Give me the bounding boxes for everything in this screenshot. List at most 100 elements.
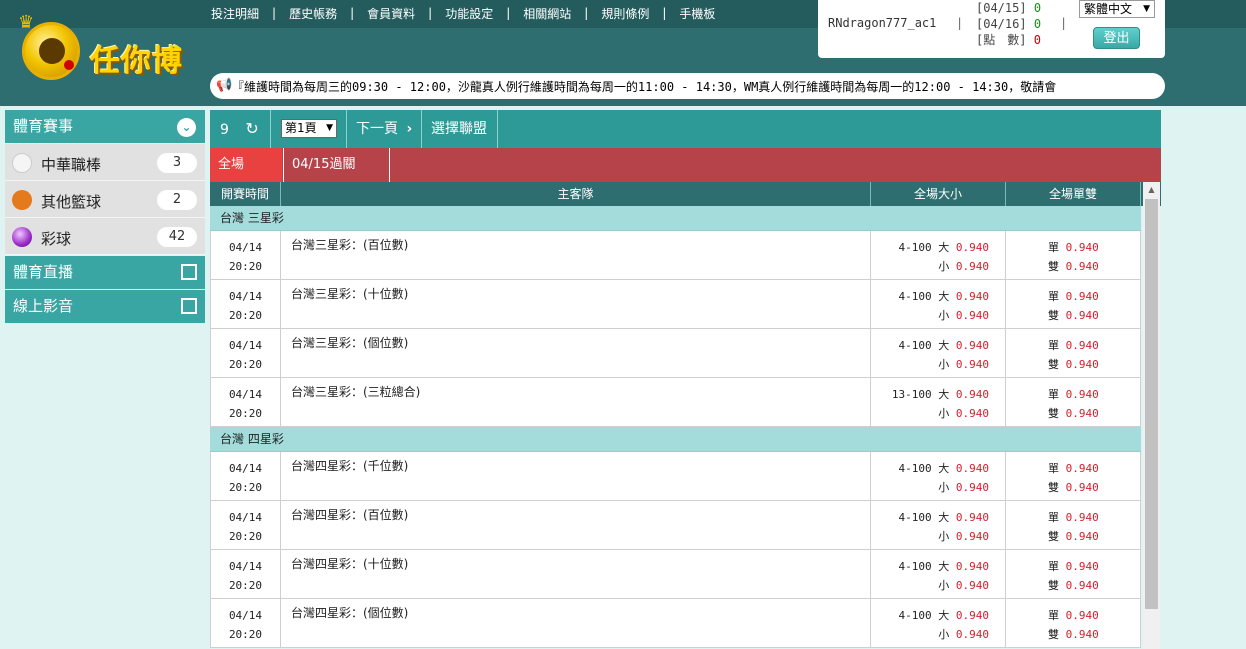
odd-line[interactable]: 單 0.940 [1048,606,1140,625]
odd-line[interactable]: 單 0.940 [1048,557,1140,576]
even-line[interactable]: 雙 0.940 [1048,625,1140,644]
big-odds[interactable]: 0.940 [956,290,989,303]
big-odds[interactable]: 0.940 [956,339,989,352]
nav-mobile[interactable]: 手機板 [666,5,728,22]
odd-line[interactable]: 單 0.940 [1048,508,1140,527]
even-line[interactable]: 雙 0.940 [1048,355,1140,374]
over-line[interactable]: 4-100 大 0.940 [871,336,990,355]
small-odds[interactable]: 0.940 [956,481,989,494]
even-line[interactable]: 雙 0.940 [1048,527,1140,546]
even-odds[interactable]: 0.940 [1066,309,1099,322]
start-time-cell: 04/14 20:20 [210,550,281,598]
big-odds[interactable]: 0.940 [956,241,989,254]
odd-odds[interactable]: 0.940 [1066,339,1099,352]
scrollbar[interactable]: ▲ [1143,182,1160,649]
brand-logo[interactable]: ♛ 任你博 [16,10,196,82]
refresh-counter[interactable]: 9 ↻ [210,110,271,148]
even-odds[interactable]: 0.940 [1066,407,1099,420]
refresh-icon[interactable]: ↻ [245,119,258,138]
nav-bet-details[interactable]: 投注明細 [198,5,272,22]
even-line[interactable]: 雙 0.940 [1048,306,1140,325]
big-odds[interactable]: 0.940 [956,511,989,524]
even-odds[interactable]: 0.940 [1066,481,1099,494]
tab-full-match[interactable]: 全場 (23) [210,148,282,206]
odd-odds[interactable]: 0.940 [1066,241,1099,254]
big-odds[interactable]: 0.940 [956,560,989,573]
table-row: 04/14 20:20 台灣三星彩：(十位數) 4-100 大 0.940 小 0.94… [210,280,1141,329]
small-odds[interactable]: 0.940 [956,579,989,592]
big-odds[interactable]: 0.940 [956,609,989,622]
even-odds[interactable]: 0.940 [1066,358,1099,371]
stat-label: [04/16] [976,17,1027,31]
even-label: 雙 [1048,309,1059,322]
under-line[interactable]: 小 0.940 [871,576,989,595]
nav-member-info[interactable]: 會員資料 [354,5,428,22]
over-line[interactable]: 4-100 大 0.940 [871,508,990,527]
odd-odds[interactable]: 0.940 [1066,462,1099,475]
nav-rules[interactable]: 規則條例 [588,5,662,22]
match-date: 04/14 [228,241,263,254]
big-odds[interactable]: 0.940 [956,388,989,401]
match-date: 04/14 [228,290,263,303]
odd-line[interactable]: 單 0.940 [1048,336,1140,355]
over-line[interactable]: 4-100 大 0.940 [871,287,990,306]
sidebar-link-live[interactable]: 體育直播 [5,256,205,289]
nav-settings[interactable]: 功能設定 [432,5,506,22]
scrollbar-thumb[interactable] [1145,199,1158,609]
even-odds[interactable]: 0.940 [1066,579,1099,592]
odd-line[interactable]: 單 0.940 [1048,385,1140,404]
next-page-button[interactable]: 下一頁 › [347,110,422,148]
big-odds[interactable]: 0.940 [956,462,989,475]
odd-line[interactable]: 單 0.940 [1048,287,1140,306]
odd-line[interactable]: 單 0.940 [1048,238,1140,257]
scroll-up-icon[interactable]: ▲ [1143,182,1160,198]
select-league-button[interactable]: 選擇聯盟 [422,110,498,148]
chevron-down-icon[interactable]: ⌄ [177,118,196,137]
sidebar-item-basketball[interactable]: 其他籃球 2 [5,181,205,218]
small-odds[interactable]: 0.940 [956,260,989,273]
under-line[interactable]: 小 0.940 [871,478,989,497]
odd-odds[interactable]: 0.940 [1066,511,1099,524]
sidebar-item-lottery[interactable]: 彩球 42 [5,218,205,255]
over-line[interactable]: 4-100 大 0.940 [871,459,990,478]
even-line[interactable]: 雙 0.940 [1048,478,1140,497]
even-odds[interactable]: 0.940 [1066,260,1099,273]
logout-button[interactable]: 登出 [1093,27,1140,49]
big-label: 大 [938,560,950,573]
odd-odds[interactable]: 0.940 [1066,388,1099,401]
over-line[interactable]: 13-100 大 0.940 [871,385,989,404]
small-odds[interactable]: 0.940 [956,407,989,420]
over-line[interactable]: 4-100 大 0.940 [871,238,990,257]
small-odds[interactable]: 0.940 [956,358,989,371]
under-line[interactable]: 小 0.940 [871,404,989,423]
small-odds[interactable]: 0.940 [956,530,989,543]
over-line[interactable]: 4-100 大 0.940 [871,606,990,625]
sidebar-link-video[interactable]: 線上影音 [5,290,205,323]
even-line[interactable]: 雙 0.940 [1048,404,1140,423]
match-name: 台灣四星彩：(個位數) [281,599,871,647]
odd-line[interactable]: 單 0.940 [1048,459,1140,478]
match-time: 20:20 [228,530,263,543]
even-line[interactable]: 雙 0.940 [1048,257,1140,276]
match-time: 20:20 [228,481,263,494]
sidebar-section-sports[interactable]: 體育賽事 ⌄ [5,110,205,143]
under-line[interactable]: 小 0.940 [871,306,989,325]
under-line[interactable]: 小 0.940 [871,527,989,546]
even-odds[interactable]: 0.940 [1066,530,1099,543]
even-odds[interactable]: 0.940 [1066,628,1099,641]
odd-odds[interactable]: 0.940 [1066,609,1099,622]
odd-odds[interactable]: 0.940 [1066,560,1099,573]
under-line[interactable]: 小 0.940 [871,257,989,276]
under-line[interactable]: 小 0.940 [871,355,989,374]
odd-odds[interactable]: 0.940 [1066,290,1099,303]
nav-history[interactable]: 歷史帳務 [276,5,350,22]
nav-related-sites[interactable]: 相關網站 [510,5,584,22]
over-line[interactable]: 4-100 大 0.940 [871,557,990,576]
tab-parlay[interactable]: 04/15過關 (19) [283,148,390,206]
even-line[interactable]: 雙 0.940 [1048,576,1140,595]
small-odds[interactable]: 0.940 [956,628,989,641]
under-line[interactable]: 小 0.940 [871,625,989,644]
language-select[interactable]: 繁體中文 ▼ [1079,0,1155,18]
sidebar-item-cpbl[interactable]: 中華職棒 3 [5,144,205,181]
small-odds[interactable]: 0.940 [956,309,989,322]
